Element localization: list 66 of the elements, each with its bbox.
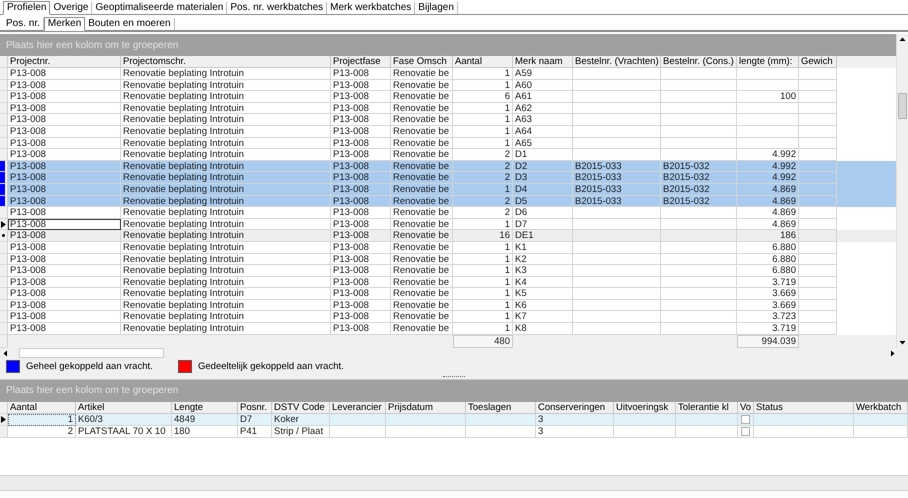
column-header[interactable]: Projectomschr. (121, 56, 331, 68)
dot-icon (2, 234, 5, 238)
table-cell: P13-008 (8, 207, 121, 219)
current-row-icon (1, 220, 6, 228)
column-header[interactable]: Werkbatch (854, 402, 908, 414)
selected-row[interactable]: P13-008 Renovatie beplating Introtuin P13-008 Renovatie be 2 D5 B2015-033 B2015-032 4.869 (0, 196, 896, 208)
row-header[interactable] (0, 184, 8, 196)
group-panel-hint: Plaats hier een kolom om te groeperen (6, 40, 178, 50)
column-header[interactable]: DSTV Code (272, 402, 330, 414)
row-header[interactable] (0, 172, 8, 184)
column-header[interactable]: Aantal (453, 56, 513, 68)
row-header[interactable] (0, 218, 8, 230)
table-row[interactable]: 2 PLATSTAAL 70 X 10 180 P41 Strip / Plaat 3 (0, 426, 908, 438)
selected-row[interactable]: P13-008 Renovatie beplating Introtuin P13-008 Renovatie be 1 D4 B2015-033 B2015-032 4.869 (0, 184, 896, 196)
column-header[interactable]: Gewich (799, 56, 837, 68)
tab[interactable]: Geoptimaliseerde materialen (92, 2, 228, 14)
checkbox[interactable] (741, 414, 750, 424)
column-header[interactable]: Tolerantie kl (676, 402, 738, 414)
column-header[interactable]: Lengte (172, 402, 238, 414)
column-header[interactable]: Bestelnr. (Vrachten) (573, 56, 661, 68)
column-header[interactable]: Status (754, 402, 854, 414)
tab[interactable]: Bouten en moeren (85, 18, 175, 30)
column-header[interactable]: Posnr. (238, 402, 272, 414)
column-header[interactable]: Aantal (8, 402, 76, 414)
column-header[interactable]: Merk naam (513, 56, 573, 68)
checkbox[interactable] (741, 426, 750, 436)
tab[interactable]: Merken (44, 17, 86, 31)
row-header[interactable] (0, 414, 8, 426)
vertical-scrollbar[interactable] (896, 34, 908, 348)
selected-row[interactable]: P13-008 Renovatie beplating Introtuin P13-008 Renovatie be 2 D2 B2015-033 B2015-032 4.992 (0, 160, 896, 172)
table-row[interactable]: 1 K60/3 4849 D7 Koker 3 (0, 414, 908, 426)
column-header[interactable]: Vo (738, 402, 754, 414)
group-panel-hint: Plaats hier een kolom om te groeperen (6, 385, 178, 396)
tab[interactable]: Pos. nr. werkbatches (227, 2, 328, 14)
scroll-left-icon[interactable] (2, 350, 9, 357)
column-header[interactable]: Projectnr. (8, 56, 121, 68)
total-cell: 480 (453, 334, 513, 348)
scroll-down-icon[interactable] (899, 338, 906, 346)
scroll-up-icon[interactable] (899, 36, 906, 43)
row-header[interactable] (0, 196, 8, 208)
total-cell: 994.039 (737, 334, 799, 348)
row-header[interactable] (0, 160, 8, 172)
column-header[interactable]: Leverancier (330, 402, 386, 414)
tab[interactable]: Bijlagen (415, 2, 458, 14)
column-header[interactable]: Projectfase (331, 56, 391, 68)
column-header[interactable]: lengte (mm): (737, 56, 799, 68)
scroll-right-icon[interactable] (889, 350, 896, 357)
tab[interactable]: Overige (50, 2, 92, 14)
legend-label: Gedeeltelijk gekoppeld aan vracht. (198, 361, 344, 372)
column-header[interactable]: Artikel (76, 402, 172, 414)
scroll-thumb[interactable] (898, 93, 907, 119)
column-header[interactable]: Prijsdatum (386, 402, 466, 414)
table-row[interactable]: P13-008 Renovatie beplating Introtuin P13-008 Renovatie be 16 DE1 186 (0, 230, 896, 242)
selected-row[interactable]: P13-008 Renovatie beplating Introtuin P13-008 Renovatie be 2 D3 B2015-033 B2015-032 4.992 (0, 172, 896, 184)
column-header[interactable]: Toeslagen (466, 402, 536, 414)
column-header[interactable]: Fase Omsch (391, 56, 453, 68)
column-header[interactable]: Uitvoeringsk (614, 402, 676, 414)
tab[interactable]: Merk werkbatches (327, 2, 416, 14)
current-row-icon (1, 416, 6, 423)
column-header[interactable]: Conserveringen (536, 402, 614, 414)
tab[interactable]: Profielen (3, 1, 50, 15)
legend-label: Geheel gekoppeld aan vracht. (26, 361, 153, 372)
splitter[interactable] (0, 374, 908, 380)
column-header[interactable]: Bestelnr. (Cons.) (661, 56, 737, 68)
table-cell: P13-008 (8, 218, 121, 230)
row-header[interactable] (0, 230, 8, 242)
